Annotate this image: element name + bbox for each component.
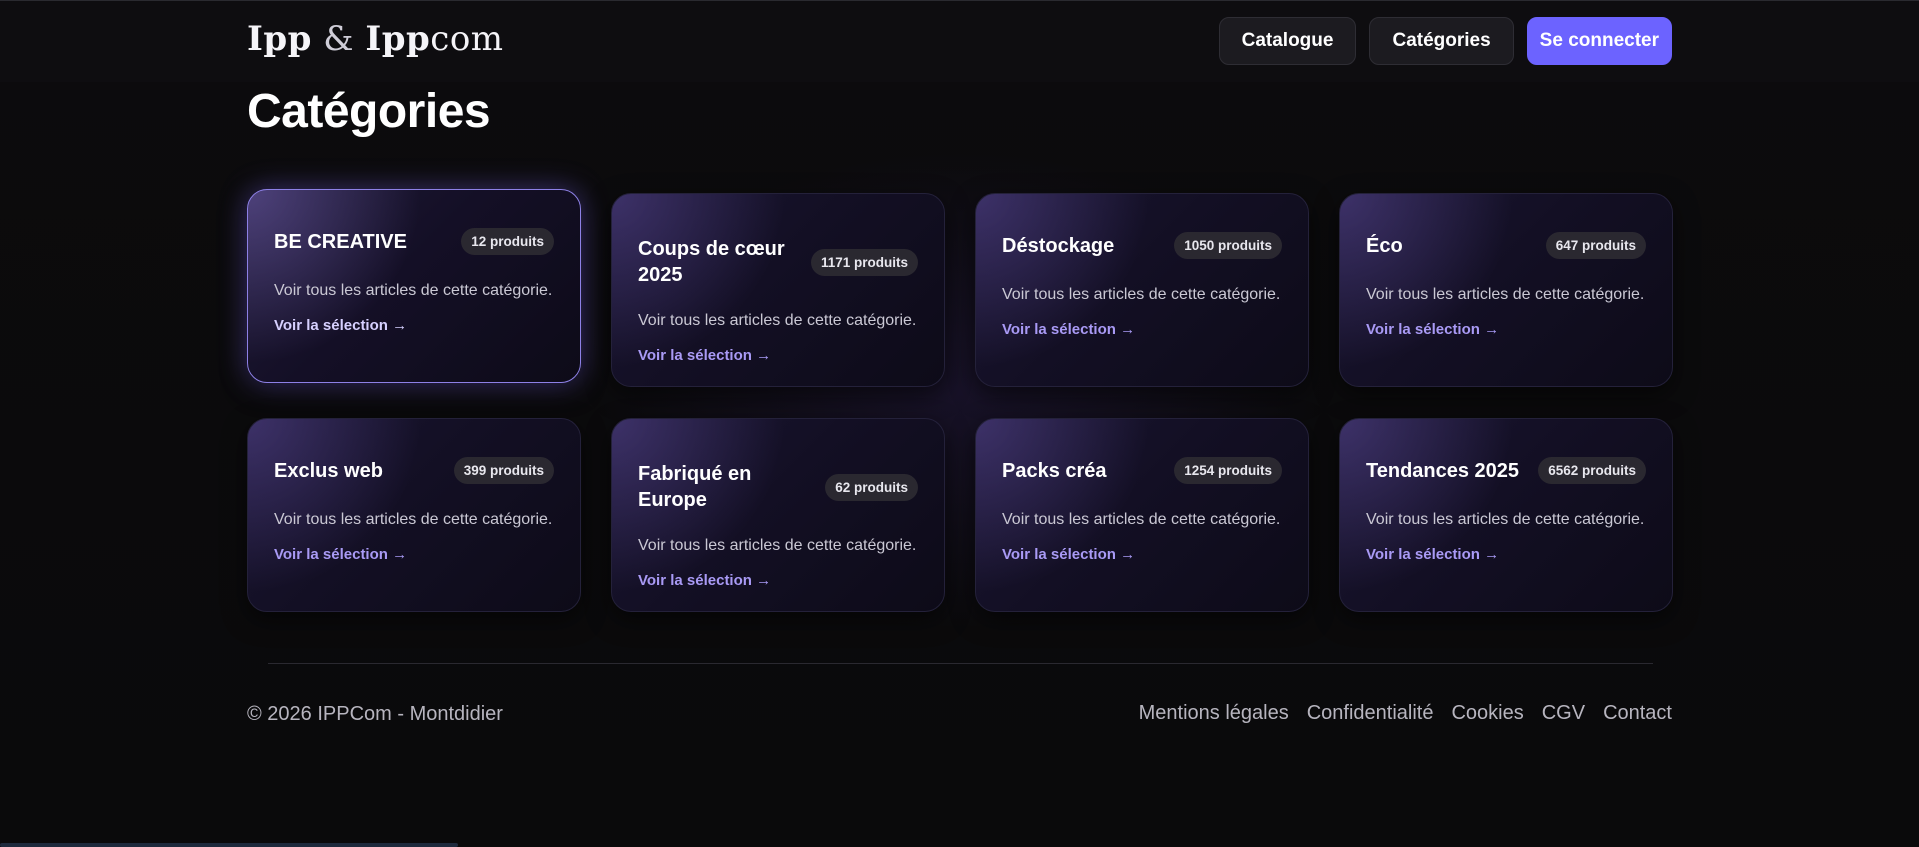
- category-title: Éco: [1366, 234, 1403, 257]
- category-description: Voir tous les articles de cette catégori…: [1002, 511, 1281, 528]
- product-count-badge: 1254 produits: [1174, 457, 1282, 484]
- category-title: Fabriqué en Europe: [638, 463, 752, 511]
- view-selection-link[interactable]: Voir la sélection →: [638, 347, 771, 364]
- product-count-badge: 6562 produits: [1538, 457, 1646, 484]
- category-card-exclus-web[interactable]: Exclus web 399 produits Voir tous les ar…: [247, 418, 581, 612]
- category-card-packs-crea[interactable]: Packs créa 1254 produits Voir tous les a…: [975, 418, 1309, 612]
- category-description: Voir tous les articles de cette catégori…: [638, 537, 917, 554]
- category-description: Voir tous les articles de cette catégori…: [1002, 286, 1281, 303]
- horizontal-scrollbar[interactable]: [0, 843, 458, 847]
- category-title: BE CREATIVE: [274, 230, 407, 253]
- product-count-badge: 399 produits: [453, 457, 554, 484]
- logo-part-3: com: [430, 19, 504, 59]
- footer-link-cgv[interactable]: CGV: [1542, 702, 1585, 725]
- login-button[interactable]: Se connecter: [1526, 17, 1672, 65]
- footer-link-contact[interactable]: Contact: [1603, 702, 1672, 725]
- category-description: Voir tous les articles de cette catégori…: [1366, 286, 1645, 303]
- category-card-destockage[interactable]: Déstockage 1050 produits Voir tous les a…: [975, 193, 1309, 387]
- product-count-badge: 12 produits: [461, 228, 554, 255]
- page-title: Catégories: [247, 85, 491, 138]
- product-count-badge: 1171 produits: [810, 248, 918, 276]
- product-count-badge: 1050 produits: [1174, 232, 1282, 259]
- category-title: Coups de cœur 2025: [638, 238, 785, 286]
- category-description: Voir tous les articles de cette catégori…: [274, 511, 553, 528]
- category-card-fabrique-en-europe[interactable]: Fabriqué en Europe 62 produits Voir tous…: [611, 418, 945, 612]
- category-card-be-creative[interactable]: BE CREATIVE 12 produits Voir tous les ar…: [247, 189, 581, 383]
- view-selection-link[interactable]: Voir la sélection →: [638, 572, 771, 589]
- product-count-badge: 647 produits: [1545, 232, 1646, 259]
- main-nav: Catalogue Catégories Se connecter: [1218, 17, 1672, 65]
- logo-part-1: Ipp: [247, 19, 312, 59]
- category-card-tendances-2025[interactable]: Tendances 2025 6562 produits Voir tous l…: [1339, 418, 1673, 612]
- logo-part-2: Ipp: [365, 19, 431, 59]
- footer-divider: [268, 663, 1653, 664]
- footer-links: Mentions légales Confidentialité Cookies…: [1139, 702, 1672, 725]
- logo-ampersand: &: [323, 19, 355, 59]
- category-title: Packs créa: [1002, 459, 1107, 482]
- category-title: Tendances 2025: [1366, 459, 1520, 482]
- site-header: Ipp & Ippcom Catalogue Catégories Se con…: [0, 1, 1919, 82]
- category-description: Voir tous les articles de cette catégori…: [1366, 511, 1645, 528]
- category-title: Exclus web: [274, 459, 383, 482]
- product-count-badge: 62 produits: [825, 473, 918, 501]
- view-selection-link[interactable]: Voir la sélection →: [1366, 321, 1499, 338]
- category-description: Voir tous les articles de cette catégori…: [638, 312, 917, 329]
- category-card-eco[interactable]: Éco 647 produits Voir tous les articles …: [1339, 193, 1673, 387]
- nav-catalogue-button[interactable]: Catalogue: [1218, 17, 1357, 65]
- view-selection-link[interactable]: Voir la sélection →: [1366, 546, 1499, 563]
- footer-link-confidentialite[interactable]: Confidentialité: [1307, 702, 1434, 725]
- category-description: Voir tous les articles de cette catégori…: [274, 282, 553, 299]
- view-selection-link[interactable]: Voir la sélection →: [274, 317, 407, 334]
- category-title: Déstockage: [1002, 234, 1115, 257]
- view-selection-link[interactable]: Voir la sélection →: [274, 546, 407, 563]
- site-logo[interactable]: Ipp & Ippcom: [247, 19, 504, 59]
- copyright-text: © 2026 IPPCom - Montdidier: [247, 703, 503, 725]
- footer-link-mentions-legales[interactable]: Mentions légales: [1139, 702, 1289, 725]
- view-selection-link[interactable]: Voir la sélection →: [1002, 546, 1135, 563]
- category-card-coups-de-coeur[interactable]: Coups de cœur 2025 1171 produits Voir to…: [611, 193, 945, 387]
- footer-link-cookies[interactable]: Cookies: [1451, 702, 1523, 725]
- view-selection-link[interactable]: Voir la sélection →: [1002, 321, 1135, 338]
- nav-categories-button[interactable]: Catégories: [1369, 17, 1514, 65]
